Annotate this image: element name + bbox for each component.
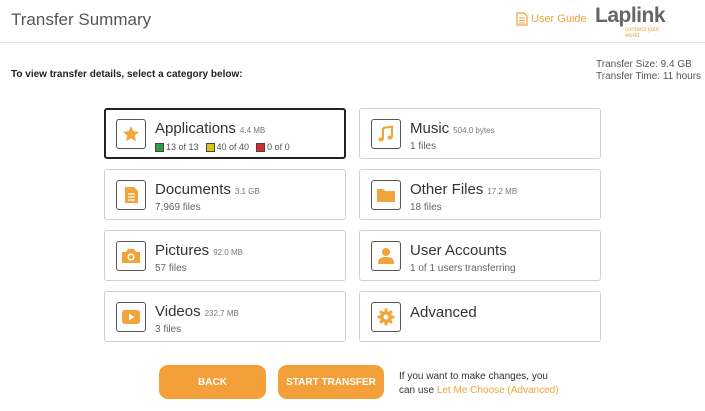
page-title: Transfer Summary <box>11 10 152 29</box>
note-prefix: can use <box>399 385 437 396</box>
user-accounts-icon-box <box>371 241 401 271</box>
category-detail: 57 files <box>155 263 187 274</box>
category-documents[interactable]: Documents 3.1 GB 7,969 files <box>104 169 346 220</box>
start-transfer-button[interactable]: START TRANSFER <box>278 365 384 399</box>
play-icon <box>122 310 140 324</box>
back-button[interactable]: BACK <box>159 365 266 399</box>
star-icon <box>123 126 139 142</box>
category-size: 17.2 MB <box>487 187 518 196</box>
category-pictures[interactable]: Pictures 92.0 MB 57 files <box>104 230 346 281</box>
applications-legend: 13 of 13 40 of 40 0 of 0 <box>155 142 297 152</box>
category-videos[interactable]: Videos 232.7 MB 3 files <box>104 291 346 342</box>
legend-item-green: 13 of 13 <box>155 142 199 152</box>
change-note: If you want to make changes, you can use… <box>399 370 559 398</box>
music-icon-box <box>371 119 401 149</box>
category-detail: 1 of 1 users transferring <box>410 263 516 274</box>
category-size: 4.4 MB <box>239 126 266 135</box>
advanced-icon-box <box>371 302 401 332</box>
user-guide-label: User Guide <box>531 13 587 25</box>
gear-icon <box>377 308 395 326</box>
note-line1: If you want to make changes, you <box>399 371 548 382</box>
logo-text: Laplink <box>595 4 666 27</box>
logo-tagline: connect your world <box>625 27 660 39</box>
category-name: Advanced <box>410 304 477 321</box>
category-detail: 3 files <box>155 324 182 335</box>
documents-icon-box <box>116 180 146 210</box>
category-name: Videos <box>155 303 201 320</box>
red-square-icon <box>256 142 266 152</box>
category-name: Pictures <box>155 242 210 259</box>
category-name: Music <box>410 120 450 137</box>
applications-icon-box <box>116 119 146 149</box>
category-detail: 18 files <box>410 202 442 213</box>
category-size: 3.1 GB <box>234 187 260 196</box>
category-size: 232.7 MB <box>204 309 239 318</box>
instruction-text: To view transfer details, select a categ… <box>11 69 243 80</box>
category-music[interactable]: Music 504.0 bytes 1 files <box>359 108 601 159</box>
transfer-stats: Transfer Size: 9.4 GB Transfer Time: 11 … <box>596 59 701 83</box>
green-square-icon <box>155 142 164 152</box>
category-applications[interactable]: Applications 4.4 MB 13 of 13 40 of 40 0 o… <box>104 108 346 159</box>
user-icon <box>378 248 394 264</box>
category-name: Other Files <box>410 181 484 198</box>
category-size: 504.0 bytes <box>453 126 495 135</box>
laplink-logo: Laplink connect your world <box>595 4 675 40</box>
camera-icon <box>122 249 140 263</box>
transfer-time: Transfer Time: 11 hours <box>596 71 702 82</box>
transfer-size: Transfer Size: 9.4 GB <box>596 59 692 70</box>
music-note-icon <box>378 125 393 142</box>
videos-icon-box <box>116 302 146 332</box>
yellow-square-icon <box>205 142 215 152</box>
other-files-icon-box <box>371 180 401 210</box>
category-detail: 7,969 files <box>155 202 201 213</box>
category-other-files[interactable]: Other Files 17.2 MB 18 files <box>359 169 601 220</box>
folder-icon <box>377 189 395 202</box>
header-bar: Transfer Summary User Guide Laplink conn… <box>0 0 705 43</box>
category-name: User Accounts <box>410 242 507 259</box>
pictures-icon-box <box>116 241 146 271</box>
category-detail: 1 files <box>410 141 437 152</box>
category-size: 92.0 MB <box>213 248 243 257</box>
legend-item-yellow: 40 of 40 <box>205 142 249 152</box>
user-guide-link[interactable]: User Guide <box>516 12 587 26</box>
legend-item-red: 0 of 0 <box>256 142 290 152</box>
document-icon <box>125 187 138 203</box>
document-icon <box>516 12 528 26</box>
let-me-choose-link[interactable]: Let Me Choose (Advanced) <box>437 385 559 396</box>
category-name: Applications <box>155 120 236 137</box>
category-advanced[interactable]: Advanced <box>359 291 601 342</box>
category-name: Documents <box>155 181 231 198</box>
category-user-accounts[interactable]: User Accounts 1 of 1 users transferring <box>359 230 601 281</box>
